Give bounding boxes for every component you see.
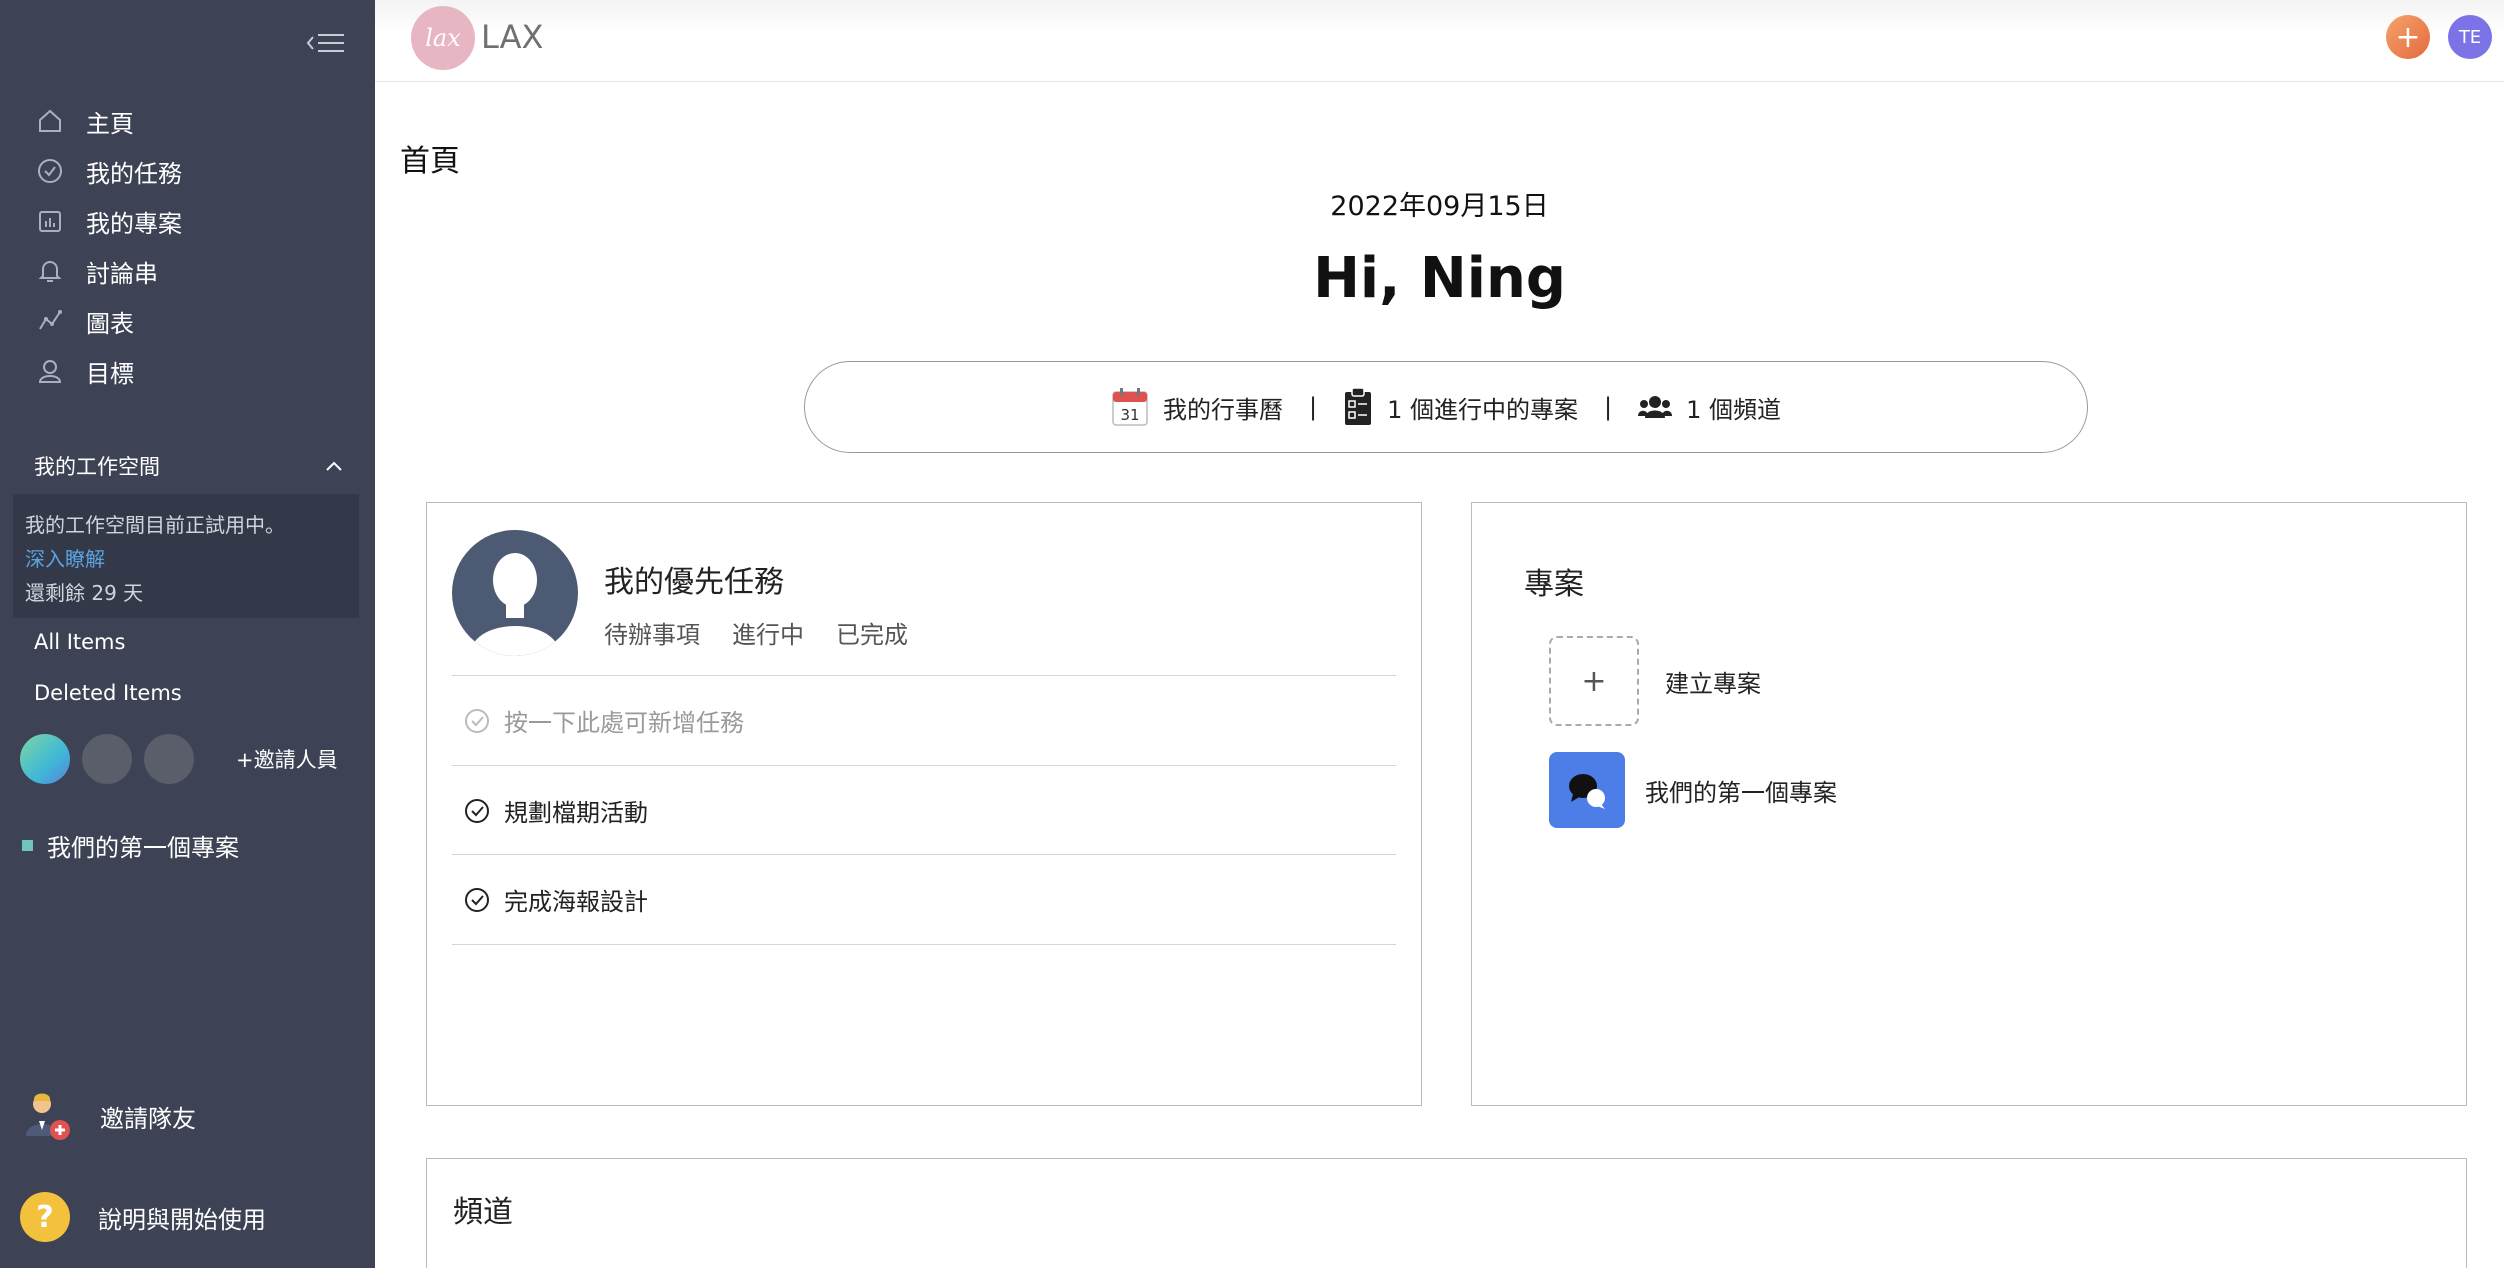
task-tabs: 待辦事項 進行中 已完成 [604, 615, 940, 650]
deleted-items-link[interactable]: Deleted Items [34, 681, 182, 705]
sidebar-project-label: 我們的第一個專案 [47, 834, 239, 862]
sidebar-item-label: 圖表 [86, 309, 134, 338]
project-label: 我們的第一個專案 [1645, 778, 1837, 807]
home-icon [34, 105, 66, 137]
active-projects-label: 1 個進行中的專案 [1387, 395, 1578, 424]
chart-icon [34, 305, 66, 337]
person-silhouette-icon [470, 553, 560, 656]
top-bar: lax LAX + TE [375, 0, 2504, 82]
project-color-dot [22, 840, 33, 851]
clipboard-icon [1345, 387, 1372, 425]
priority-tasks-title: 我的優先任務 [604, 565, 784, 600]
task-label: 規劃檔期活動 [504, 799, 648, 827]
help-button[interactable]: ? 說明與開始使用 [20, 1192, 266, 1242]
user-avatar[interactable]: TE [2448, 15, 2492, 59]
sidebar-item-goals[interactable]: 目標 [0, 346, 375, 396]
sidebar-item-label: 目標 [86, 359, 134, 388]
workspace-label: 我的工作空間 [34, 455, 160, 479]
brand-name: LAX [481, 18, 544, 56]
sidebar-item-label: 討論串 [86, 259, 158, 288]
calendar-icon: 31 [1112, 388, 1148, 426]
calendar-day: 31 [1120, 406, 1139, 424]
trial-message: 我的工作空間目前正試用中。 [25, 513, 285, 537]
sidebar-project-item[interactable]: 我們的第一個專案 [22, 828, 239, 863]
check-circle-icon [34, 155, 66, 187]
sidebar-item-label: 我的專案 [86, 209, 182, 238]
trial-remaining: 還剩餘 29 天 [25, 581, 144, 605]
learn-more-link[interactable]: 深入瞭解 [25, 542, 347, 576]
projects-card: 專案 + 建立專案 我們的第一個專案 [1471, 502, 2467, 1106]
task-item[interactable]: 規劃檔期活動 [452, 765, 1396, 855]
trial-notice: 我的工作空間目前正試用中。 深入瞭解 還剩餘 29 天 [13, 494, 359, 618]
channels-card: 頻道 [426, 1158, 2467, 1268]
sidebar-item-label: 我的任務 [86, 159, 182, 188]
tab-completed[interactable]: 已完成 [836, 615, 908, 650]
create-project-button[interactable]: + 建立專案 [1549, 636, 1761, 726]
channels-link[interactable]: 1 個頻道 [1638, 390, 1781, 425]
current-date: 2022年09月15日 [1330, 191, 1549, 222]
priority-tasks-card: 我的優先任務 待辦事項 進行中 已完成 按一下此處可新增任務 規劃檔期活動 完成… [426, 502, 1422, 1106]
tab-todo[interactable]: 待辦事項 [604, 615, 700, 650]
calendar-link[interactable]: 31 我的行事曆 [1111, 387, 1283, 427]
sidebar-item-label: 主頁 [86, 109, 134, 138]
page-title: 首頁 [400, 144, 460, 179]
group-icon [1638, 396, 1673, 418]
projects-title: 專案 [1524, 567, 1584, 602]
chevron-up-icon [326, 461, 342, 471]
tab-in-progress[interactable]: 進行中 [732, 615, 804, 650]
invite-people-button[interactable]: +邀請人員 [236, 744, 338, 774]
summary-bar: 31 我的行事曆 | 1 個進行中的專案 | 1 個頻道 [804, 361, 2088, 453]
bell-icon [34, 255, 66, 287]
sidebar-item-my-projects[interactable]: 我的專案 [0, 196, 375, 246]
member-avatar[interactable] [144, 734, 194, 784]
task-label: 完成海報設計 [504, 888, 648, 916]
greeting: Hi, Ning [1313, 246, 1566, 311]
collapse-menu-icon [306, 34, 344, 52]
add-task-placeholder: 按一下此處可新增任務 [504, 709, 744, 737]
create-project-label: 建立專案 [1665, 669, 1761, 698]
separator: | [1309, 393, 1318, 421]
divider [452, 944, 1396, 945]
user-placeholder-avatar [452, 530, 578, 656]
active-projects-link[interactable]: 1 個進行中的專案 [1343, 387, 1578, 427]
user-goal-icon [34, 355, 66, 387]
sidebar-item-my-tasks[interactable]: 我的任務 [0, 146, 375, 196]
task-item[interactable]: 完成海報設計 [452, 854, 1396, 944]
invite-user-icon [26, 1093, 70, 1140]
invite-team-button[interactable]: 邀請隊友 [20, 1090, 196, 1142]
collapse-sidebar-button[interactable] [304, 26, 348, 60]
channels-label: 1 個頻道 [1686, 395, 1781, 424]
workspace-toggle[interactable]: 我的工作空間 [34, 448, 344, 484]
plus-icon: + [1549, 636, 1639, 726]
check-circle-icon[interactable] [464, 798, 490, 824]
project-icon [34, 205, 66, 237]
sidebar-item-charts[interactable]: 圖表 [0, 296, 375, 346]
all-items-link[interactable]: All Items [34, 630, 125, 654]
brand-logo[interactable]: lax [411, 6, 475, 70]
help-icon: ? [20, 1192, 70, 1242]
member-avatar[interactable] [82, 734, 132, 784]
sidebar-nav: 主頁 我的任務 我的專案 討論串 圖表 目標 [0, 96, 375, 396]
sidebar: 主頁 我的任務 我的專案 討論串 圖表 目標 我的工作空間 我的工作空間目前正試… [0, 0, 375, 1268]
check-circle-icon[interactable] [464, 887, 490, 913]
check-circle-icon [465, 708, 489, 733]
chat-bubbles-icon [1549, 752, 1625, 828]
workspace-members: +邀請人員 [20, 734, 338, 784]
add-task-row[interactable]: 按一下此處可新增任務 [452, 675, 1396, 765]
channels-title: 頻道 [453, 1195, 513, 1230]
logo-text: lax [425, 24, 461, 52]
member-avatar[interactable] [20, 734, 70, 784]
quick-add-button[interactable]: + [2386, 15, 2430, 59]
help-icon-glyph: ? [36, 1199, 54, 1235]
invite-team-label: 邀請隊友 [100, 1104, 196, 1133]
project-item[interactable]: 我們的第一個專案 [1549, 752, 1837, 828]
calendar-label: 我的行事曆 [1163, 395, 1283, 424]
separator: | [1604, 393, 1613, 421]
sidebar-item-home[interactable]: 主頁 [0, 96, 375, 146]
help-label: 說明與開始使用 [98, 1205, 266, 1234]
sidebar-item-threads[interactable]: 討論串 [0, 246, 375, 296]
